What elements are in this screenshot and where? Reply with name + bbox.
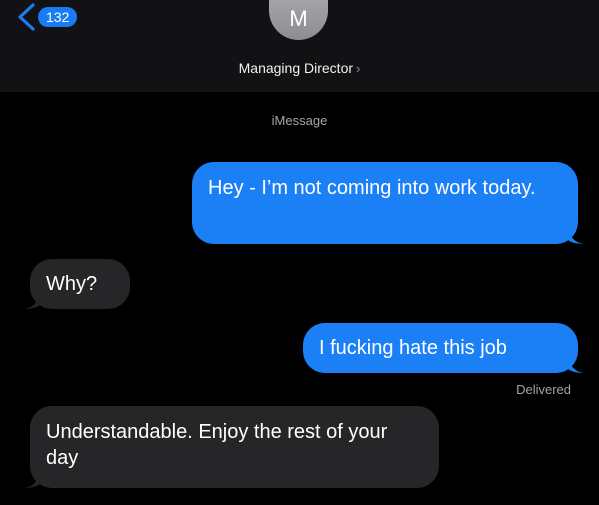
message-text: I fucking hate this job: [319, 337, 507, 359]
contact-name-button[interactable]: Managing Director ›: [0, 60, 599, 76]
delivery-status: Delivered: [516, 382, 571, 397]
unread-count-badge[interactable]: 132: [38, 7, 78, 27]
sent-message-bubble[interactable]: I fucking hate this job: [303, 323, 584, 373]
bubble-tail: [24, 293, 40, 309]
bubble-tail: [24, 472, 40, 488]
contact-name: Managing Director: [238, 60, 354, 76]
sent-message-bubble[interactable]: Hey - I’m not coming into work today.: [192, 162, 584, 244]
avatar[interactable]: M: [269, 0, 328, 40]
message-text: Hey - I’m not coming into work today.: [208, 177, 536, 199]
chevron-left-icon[interactable]: [14, 2, 40, 32]
bubble-tail: [568, 228, 584, 244]
received-message-bubble[interactable]: Understandable. Enjoy the rest of your d…: [24, 406, 439, 488]
service-label: iMessage: [271, 113, 328, 128]
nav-header: 132 M Managing Director ›: [0, 0, 599, 92]
back-button[interactable]: 132: [14, 2, 78, 32]
message-text: Understandable. Enjoy the rest of your d…: [46, 421, 388, 469]
bubble-tail: [568, 357, 584, 373]
chevron-right-icon: ›: [356, 61, 361, 76]
avatar-initial: M: [289, 6, 308, 31]
received-message-bubble[interactable]: Why?: [24, 259, 130, 309]
message-text: Why?: [46, 273, 98, 295]
